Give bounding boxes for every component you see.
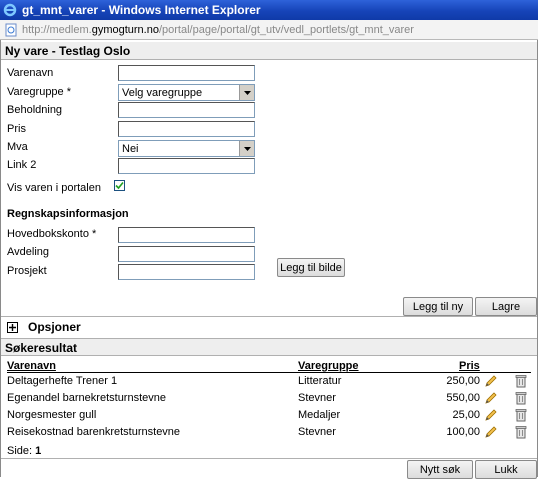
- col-varegruppe[interactable]: Varegruppe: [298, 360, 359, 372]
- divider: [1, 316, 537, 317]
- pris-input[interactable]: [118, 121, 255, 137]
- pris-label: Pris: [7, 123, 26, 135]
- prosjekt-label: Prosjekt: [7, 265, 47, 277]
- trash-icon[interactable]: [515, 425, 527, 439]
- checkmark-icon: [115, 181, 124, 190]
- legg-til-ny-button[interactable]: Legg til ny: [403, 297, 473, 316]
- trash-icon[interactable]: [515, 391, 527, 405]
- row-varenavn[interactable]: Reisekostnad barenkretsturnstevne: [7, 426, 180, 438]
- row-pris: 100,00: [446, 426, 480, 438]
- lagre-button[interactable]: Lagre: [475, 297, 537, 316]
- avdeling-label: Avdeling: [7, 246, 49, 258]
- row-varenavn[interactable]: Egenandel barnekretsturnstevne: [7, 392, 166, 404]
- pencil-icon[interactable]: [484, 374, 498, 388]
- regnskap-heading: Regnskapsinformasjon: [7, 208, 129, 220]
- row-varegruppe: Litteratur: [298, 375, 342, 387]
- col-pris[interactable]: Pris: [459, 360, 480, 372]
- table-row: Egenandel barnekretsturnstevne Stevner 5…: [7, 390, 531, 407]
- link2-label: Link 2: [7, 159, 37, 171]
- address-bar[interactable]: http://medlem. gymogturn.no/portal/page/p…: [0, 20, 538, 40]
- side-label: Side:: [7, 445, 33, 457]
- vis-varen-label: Vis varen i portalen: [7, 182, 101, 194]
- varenavn-label: Varenavn: [7, 67, 54, 79]
- row-pris: 25,00: [452, 409, 480, 421]
- window-titlebar: gt_mnt_varer - Windows Internet Explorer: [0, 0, 538, 20]
- chevron-down-icon[interactable]: [239, 141, 254, 156]
- hovedbok-label: Hovedbokskonto *: [7, 228, 97, 240]
- mva-label: Mva: [7, 141, 28, 153]
- varegruppe-label: Varegruppe *: [7, 86, 72, 98]
- window-title: gt_mnt_varer - Windows Internet Explorer: [22, 3, 261, 17]
- address-host: gymogturn.no: [91, 23, 159, 36]
- row-varegruppe: Medaljer: [298, 409, 341, 421]
- row-pris: 550,00: [446, 392, 480, 404]
- link2-input[interactable]: [118, 158, 255, 174]
- beholdning-input[interactable]: [118, 102, 255, 118]
- results-header: Søkeresultat: [1, 338, 537, 356]
- form-header: Ny vare - Testlag Oslo: [1, 42, 537, 60]
- portlet-content: Ny vare - Testlag Oslo Varenavn Varegrup…: [0, 40, 538, 479]
- varenavn-input[interactable]: [118, 65, 255, 81]
- pencil-icon[interactable]: [484, 425, 498, 439]
- side-number[interactable]: 1: [35, 445, 41, 457]
- varegruppe-value: Velg varegruppe: [122, 86, 203, 99]
- pagination: Side: 1: [7, 445, 41, 457]
- address-path: /portal/page/portal/gt_utv/vedl_portlets…: [158, 23, 414, 36]
- results-table-header: Varenavn Varegruppe Pris: [7, 360, 531, 373]
- row-varenavn[interactable]: Norgesmester gull: [7, 409, 96, 421]
- chevron-down-icon[interactable]: [239, 85, 254, 100]
- hovedbok-input[interactable]: [118, 227, 255, 243]
- prosjekt-input[interactable]: [118, 264, 255, 280]
- trash-icon[interactable]: [515, 408, 527, 422]
- trash-icon[interactable]: [515, 374, 527, 388]
- pencil-icon[interactable]: [484, 391, 498, 405]
- nytt-sok-button[interactable]: Nytt søk: [407, 460, 473, 479]
- col-varenavn[interactable]: Varenavn: [7, 360, 56, 372]
- internet-explorer-icon: [2, 2, 18, 18]
- opsjoner-label: Opsjoner: [28, 320, 81, 334]
- page-icon: [5, 23, 17, 36]
- mva-select[interactable]: Nei: [118, 140, 255, 157]
- divider: [1, 458, 537, 459]
- beholdning-label: Beholdning: [7, 104, 63, 116]
- row-varenavn[interactable]: Deltagerhefte Trener 1: [7, 375, 117, 387]
- address-prefix: http://medlem.: [22, 23, 92, 36]
- lukk-button[interactable]: Lukk: [475, 460, 537, 479]
- avdeling-input[interactable]: [118, 246, 255, 262]
- mva-value: Nei: [122, 142, 139, 155]
- vis-varen-checkbox[interactable]: [114, 180, 125, 191]
- row-varegruppe: Stevner: [298, 426, 336, 438]
- row-varegruppe: Stevner: [298, 392, 336, 404]
- row-pris: 250,00: [446, 375, 480, 387]
- plus-box-icon[interactable]: [7, 321, 18, 333]
- table-row: Norgesmester gull Medaljer 25,00: [7, 407, 531, 424]
- table-row: Reisekostnad barenkretsturnstevne Stevne…: [7, 424, 531, 441]
- pencil-icon[interactable]: [484, 408, 498, 422]
- table-row: Deltagerhefte Trener 1 Litteratur 250,00: [7, 373, 531, 390]
- opsjoner-toggle[interactable]: Opsjoner: [7, 319, 81, 335]
- varegruppe-select[interactable]: Velg varegruppe: [118, 84, 255, 101]
- legg-til-bilde-button[interactable]: Legg til bilde: [277, 258, 345, 277]
